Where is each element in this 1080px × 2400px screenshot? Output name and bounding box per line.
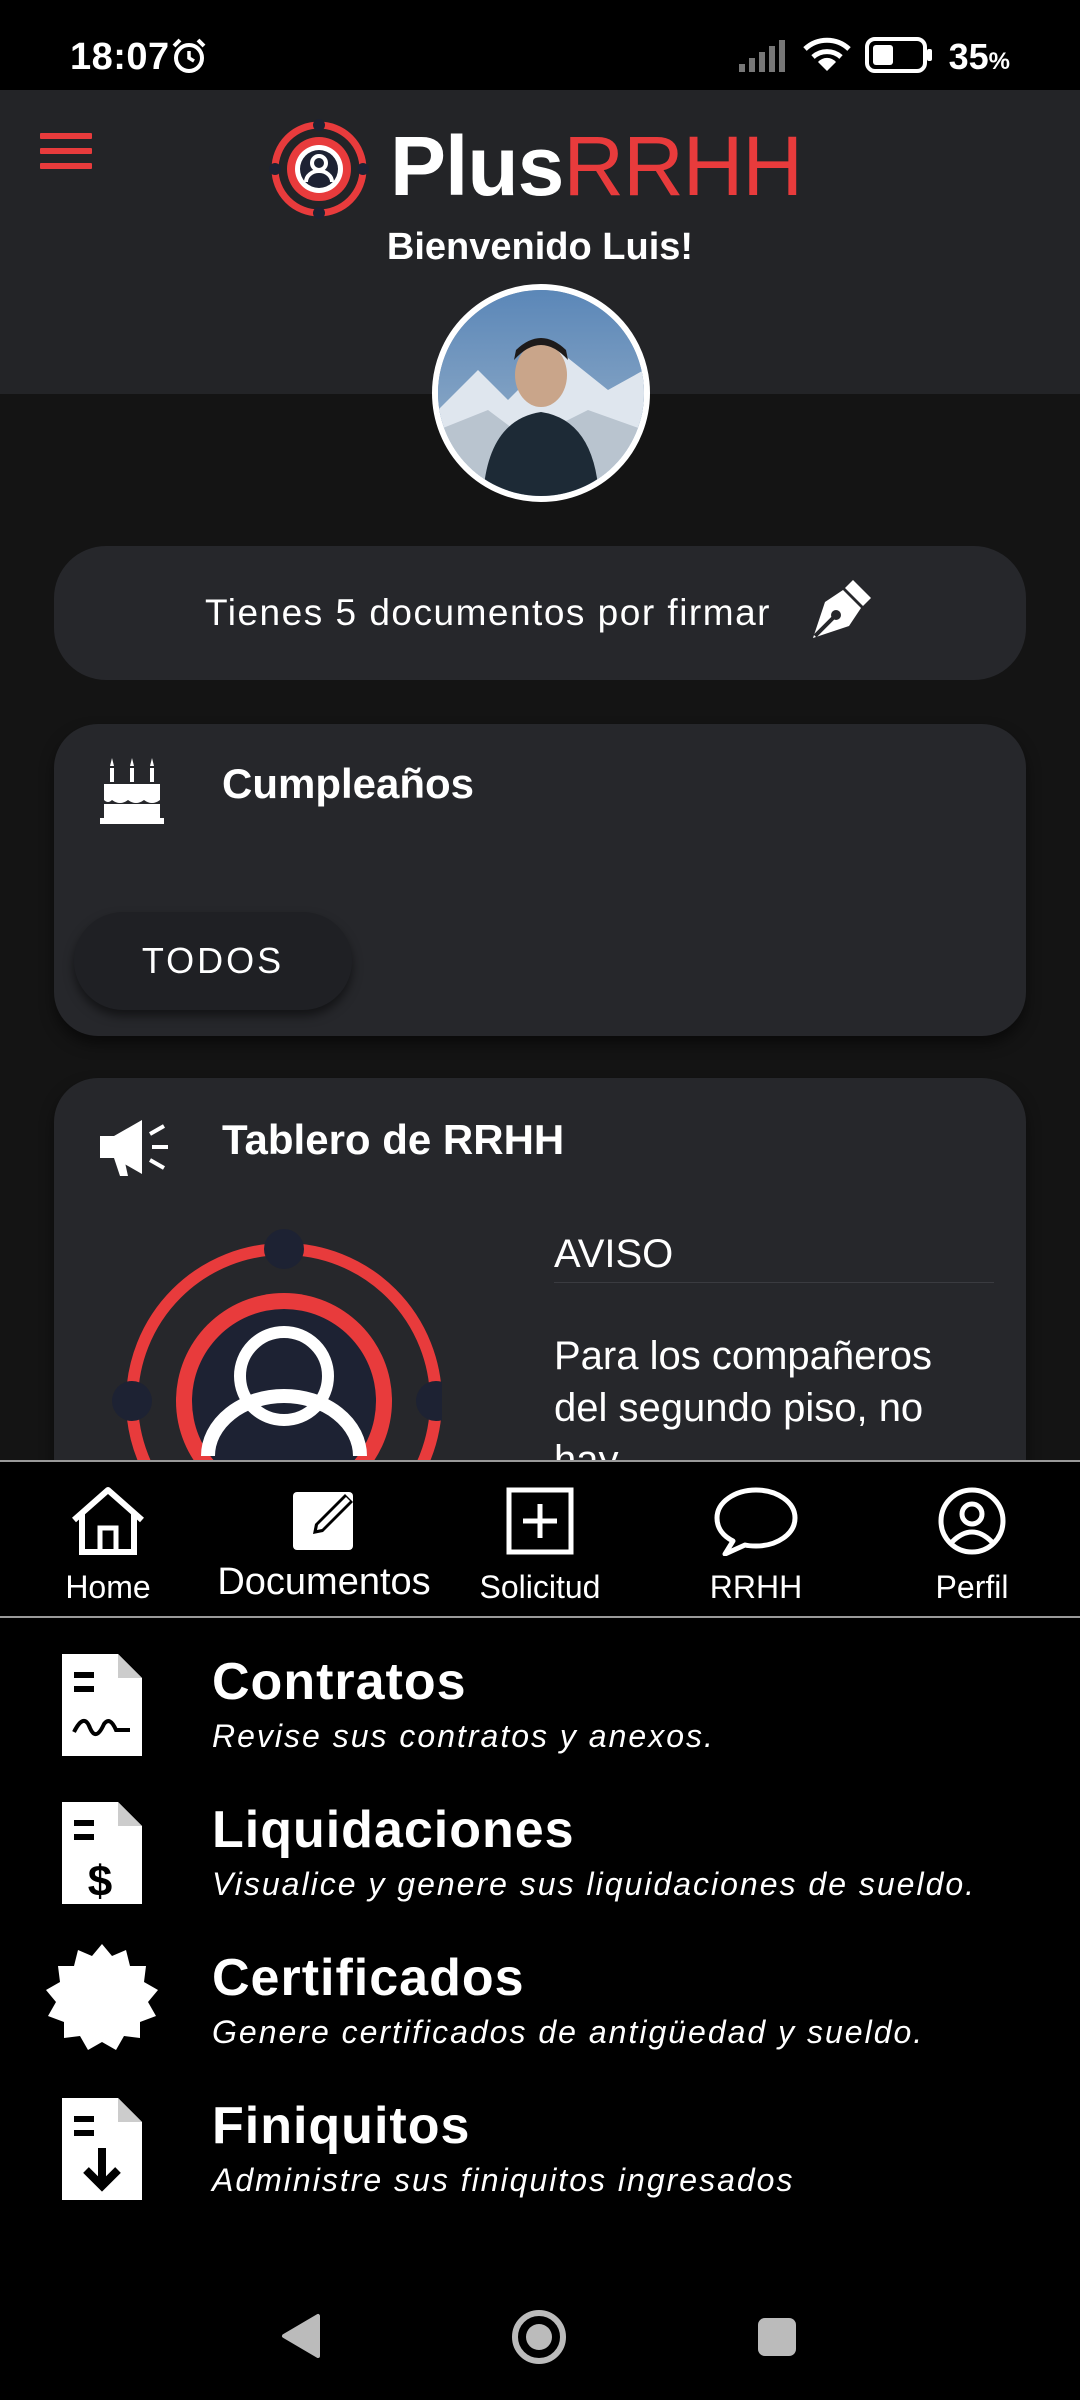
hr-board-title: Tablero de RRHH <box>222 1116 565 1163</box>
payslip-document-icon: $ <box>58 1798 146 1913</box>
home-circle-icon[interactable] <box>510 2308 568 2371</box>
status-bar: 18:07 35% <box>0 0 1080 90</box>
menu-item-finiquitos[interactable]: Finiquitos Administre sus finiquitos ing… <box>0 2070 1080 2210</box>
certificados-subtitle: Genere certificados de antigüedad y suel… <box>212 2014 925 2050</box>
documents-menu: Contratos Revise sus contratos y anexos.… <box>0 1618 1080 2270</box>
download-document-icon <box>58 2094 146 2209</box>
nav-rrhh[interactable]: RRHH <box>648 1462 864 1616</box>
notice-body: Para los compañeros del segundo piso, no… <box>554 1334 932 1460</box>
nav-documentos-label: Documentos <box>217 1561 431 1603</box>
nav-solicitud-label: Solicitud <box>479 1569 601 1605</box>
menu-item-liquidaciones[interactable]: $ Liquidaciones Visualice y genere sus l… <box>0 1774 1080 1914</box>
birthdays-title: Cumpleaños <box>222 760 475 807</box>
cake-icon <box>100 756 164 831</box>
battery-icon <box>864 36 935 78</box>
certificados-title: Certificados <box>212 1949 525 2007</box>
all-birthdays-button[interactable]: TODOS <box>74 912 352 1010</box>
liquidaciones-subtitle: Visualice y genere sus liquidaciones de … <box>212 1866 977 1902</box>
notice-divider <box>554 1282 994 1283</box>
nav-solicitud[interactable]: Solicitud <box>432 1462 648 1616</box>
home-icon <box>68 1486 148 1561</box>
menu-item-certificados[interactable]: Certificados Genere certificados de anti… <box>0 1922 1080 2062</box>
nav-documentos[interactable]: Documentos <box>216 1462 432 1616</box>
nav-home-label: Home <box>65 1569 151 1605</box>
liquidaciones-title: Liquidaciones <box>212 1801 575 1859</box>
signal-icon <box>738 38 789 77</box>
pending-signatures-text: Tienes 5 documentos por firmar <box>205 592 771 633</box>
plusrrhh-logo-icon <box>268 118 370 220</box>
app-logo-text: PlusRRHH <box>390 119 803 213</box>
pending-signatures-card[interactable]: Tienes 5 documentos por firmar <box>54 546 1026 680</box>
alarm-icon <box>170 37 208 80</box>
certificate-badge-icon <box>44 1942 160 2063</box>
bottom-navigation: Home Documentos Solicitud RRHH Perfil <box>0 1460 1080 1618</box>
status-time: 18:07 <box>70 36 170 78</box>
user-avatar[interactable] <box>432 284 650 502</box>
system-navigation-bar <box>0 2270 1080 2400</box>
plus-square-icon <box>505 1486 575 1561</box>
chat-bubble-icon <box>713 1486 799 1561</box>
finiquitos-title: Finiquitos <box>212 2097 471 2155</box>
contract-document-icon <box>58 1650 146 1765</box>
user-circle-icon <box>937 1486 1007 1561</box>
contratos-title: Contratos <box>212 1653 467 1711</box>
finiquitos-subtitle: Administre sus finiquitos ingresados <box>212 2162 795 2198</box>
nav-perfil-label: Perfil <box>935 1569 1009 1605</box>
status-icons: 35% <box>738 36 1010 78</box>
contratos-subtitle: Revise sus contratos y anexos. <box>212 1718 715 1754</box>
hr-board-logo-icon <box>112 1226 442 1460</box>
hamburger-menu-icon[interactable] <box>40 133 92 173</box>
edit-document-icon <box>289 1486 359 1557</box>
menu-item-contratos[interactable]: Contratos Revise sus contratos y anexos. <box>0 1626 1080 1766</box>
fountain-pen-icon <box>805 576 875 651</box>
nav-perfil[interactable]: Perfil <box>864 1462 1080 1616</box>
back-triangle-icon[interactable] <box>280 2312 322 2365</box>
wifi-icon <box>802 37 851 78</box>
svg-text:$: $ <box>88 1857 112 1906</box>
welcome-message: Bienvenido Luis! <box>386 226 694 268</box>
megaphone-icon <box>98 1116 170 1183</box>
nav-home[interactable]: Home <box>0 1462 216 1616</box>
notice-title: AVISO <box>554 1232 674 1276</box>
recents-square-icon[interactable] <box>756 2316 798 2363</box>
nav-rrhh-label: RRHH <box>709 1569 803 1605</box>
battery-percent: 35% <box>948 36 1010 77</box>
